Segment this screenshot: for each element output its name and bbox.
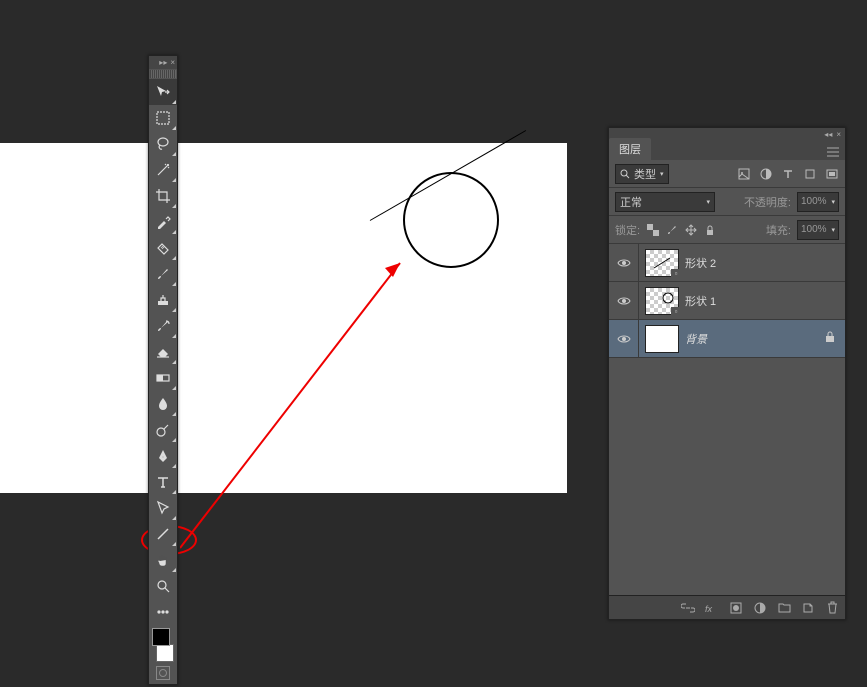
- lock-position-icon[interactable]: [684, 223, 697, 236]
- layer-name: 形状 1: [685, 293, 845, 309]
- visibility-toggle[interactable]: [609, 320, 639, 357]
- lock-label: 锁定:: [615, 222, 640, 238]
- chevron-down-icon: ▾: [660, 170, 664, 178]
- dodge-tool[interactable]: [149, 417, 177, 443]
- toolbar-header: ▸▸ ×: [149, 56, 177, 69]
- fill-value: 100%: [801, 224, 827, 235]
- filter-adjust-icon[interactable]: [759, 167, 773, 181]
- lock-pixels-icon[interactable]: [665, 223, 678, 236]
- layer-thumbnail[interactable]: [645, 325, 679, 353]
- toolbar-grip[interactable]: [150, 70, 176, 78]
- opacity-input[interactable]: 100% ▾: [797, 192, 839, 212]
- lock-all-icon[interactable]: [703, 223, 716, 236]
- spot-heal-tool[interactable]: [149, 235, 177, 261]
- crop-tool[interactable]: [149, 183, 177, 209]
- group-icon[interactable]: [777, 601, 791, 615]
- vector-mask-icon: ▫: [671, 307, 681, 317]
- blur-tool[interactable]: [149, 391, 177, 417]
- line-tool[interactable]: [149, 521, 177, 547]
- fill-label: 填充:: [766, 222, 791, 238]
- type-tool[interactable]: [149, 469, 177, 495]
- panel-footer: fx: [609, 595, 845, 619]
- link-layers-icon[interactable]: [681, 601, 695, 615]
- background-color[interactable]: [156, 644, 174, 662]
- lock-row: 锁定: 填充: 100% ▾: [609, 216, 845, 244]
- eyedropper-tool[interactable]: [149, 209, 177, 235]
- layers-list: ▫ 形状 2 ▫ 形状 1 背景: [609, 244, 845, 358]
- clone-stamp-tool[interactable]: [149, 287, 177, 313]
- filter-label: 类型: [634, 166, 656, 182]
- path-select-tool[interactable]: [149, 495, 177, 521]
- chevron-down-icon: ▾: [706, 198, 710, 206]
- filter-shape-icon[interactable]: [803, 167, 817, 181]
- move-tool[interactable]: [149, 79, 177, 105]
- layer-name: 背景: [685, 331, 825, 347]
- layer-mask-icon[interactable]: [729, 601, 743, 615]
- layer-fx-icon[interactable]: fx: [705, 601, 719, 615]
- filter-type-select[interactable]: 类型 ▾: [615, 164, 669, 184]
- chevron-down-icon: ▾: [831, 198, 835, 206]
- visibility-toggle[interactable]: [609, 282, 639, 319]
- layer-filter-row: 类型 ▾: [609, 160, 845, 188]
- layer-row[interactable]: 背景: [609, 320, 845, 358]
- tool-palette: ▸▸ ×: [148, 55, 178, 685]
- filter-smart-icon[interactable]: [825, 167, 839, 181]
- filter-type-icon[interactable]: [781, 167, 795, 181]
- lock-transparency-icon[interactable]: [646, 223, 659, 236]
- new-layer-icon[interactable]: [801, 601, 815, 615]
- visibility-toggle[interactable]: [609, 244, 639, 281]
- layer-thumbnail[interactable]: ▫: [645, 287, 679, 315]
- opacity-label: 不透明度:: [744, 194, 791, 210]
- shape-circle: [403, 172, 499, 268]
- tab-layers[interactable]: 图层: [609, 138, 651, 160]
- collapse-icon[interactable]: ◂◂: [824, 130, 832, 139]
- gradient-tool[interactable]: [149, 365, 177, 391]
- layer-row[interactable]: ▫ 形状 2: [609, 244, 845, 282]
- close-icon[interactable]: ×: [170, 58, 175, 67]
- magic-wand-tool[interactable]: [149, 157, 177, 183]
- fill-input[interactable]: 100% ▾: [797, 220, 839, 240]
- close-icon[interactable]: ×: [836, 130, 841, 139]
- brush-tool[interactable]: [149, 261, 177, 287]
- delete-layer-icon[interactable]: [825, 601, 839, 615]
- opacity-value: 100%: [801, 196, 827, 207]
- layer-row[interactable]: ▫ 形状 1: [609, 282, 845, 320]
- layer-name: 形状 2: [685, 255, 845, 271]
- chevron-down-icon: ▾: [831, 226, 835, 234]
- color-swatches[interactable]: [152, 628, 174, 662]
- vector-mask-icon: ▫: [671, 269, 681, 279]
- eraser-tool[interactable]: [149, 339, 177, 365]
- blend-mode-value: 正常: [620, 194, 642, 210]
- lasso-tool[interactable]: [149, 131, 177, 157]
- history-brush-tool[interactable]: [149, 313, 177, 339]
- filter-pixel-icon[interactable]: [737, 167, 751, 181]
- blend-mode-select[interactable]: 正常 ▾: [615, 192, 715, 212]
- lock-icon: [825, 331, 845, 346]
- pen-tool[interactable]: [149, 443, 177, 469]
- quick-mask-toggle[interactable]: [156, 666, 170, 680]
- layer-thumbnail[interactable]: ▫: [645, 249, 679, 277]
- hand-tool[interactable]: [149, 547, 177, 573]
- zoom-tool[interactable]: [149, 573, 177, 599]
- panel-tabs: 图层: [609, 140, 845, 160]
- blend-mode-row: 正常 ▾ 不透明度: 100% ▾: [609, 188, 845, 216]
- svg-text:fx: fx: [705, 604, 713, 614]
- adjustment-layer-icon[interactable]: [753, 601, 767, 615]
- more-tools[interactable]: [149, 599, 177, 625]
- layers-panel: ◂◂ × 图层 类型 ▾ 正常 ▾ 不透明度: 100% ▾: [608, 127, 846, 620]
- foreground-color[interactable]: [152, 628, 170, 646]
- panel-menu-icon[interactable]: [821, 147, 845, 160]
- rect-marquee-tool[interactable]: [149, 105, 177, 131]
- collapse-icon[interactable]: ▸▸: [159, 58, 167, 67]
